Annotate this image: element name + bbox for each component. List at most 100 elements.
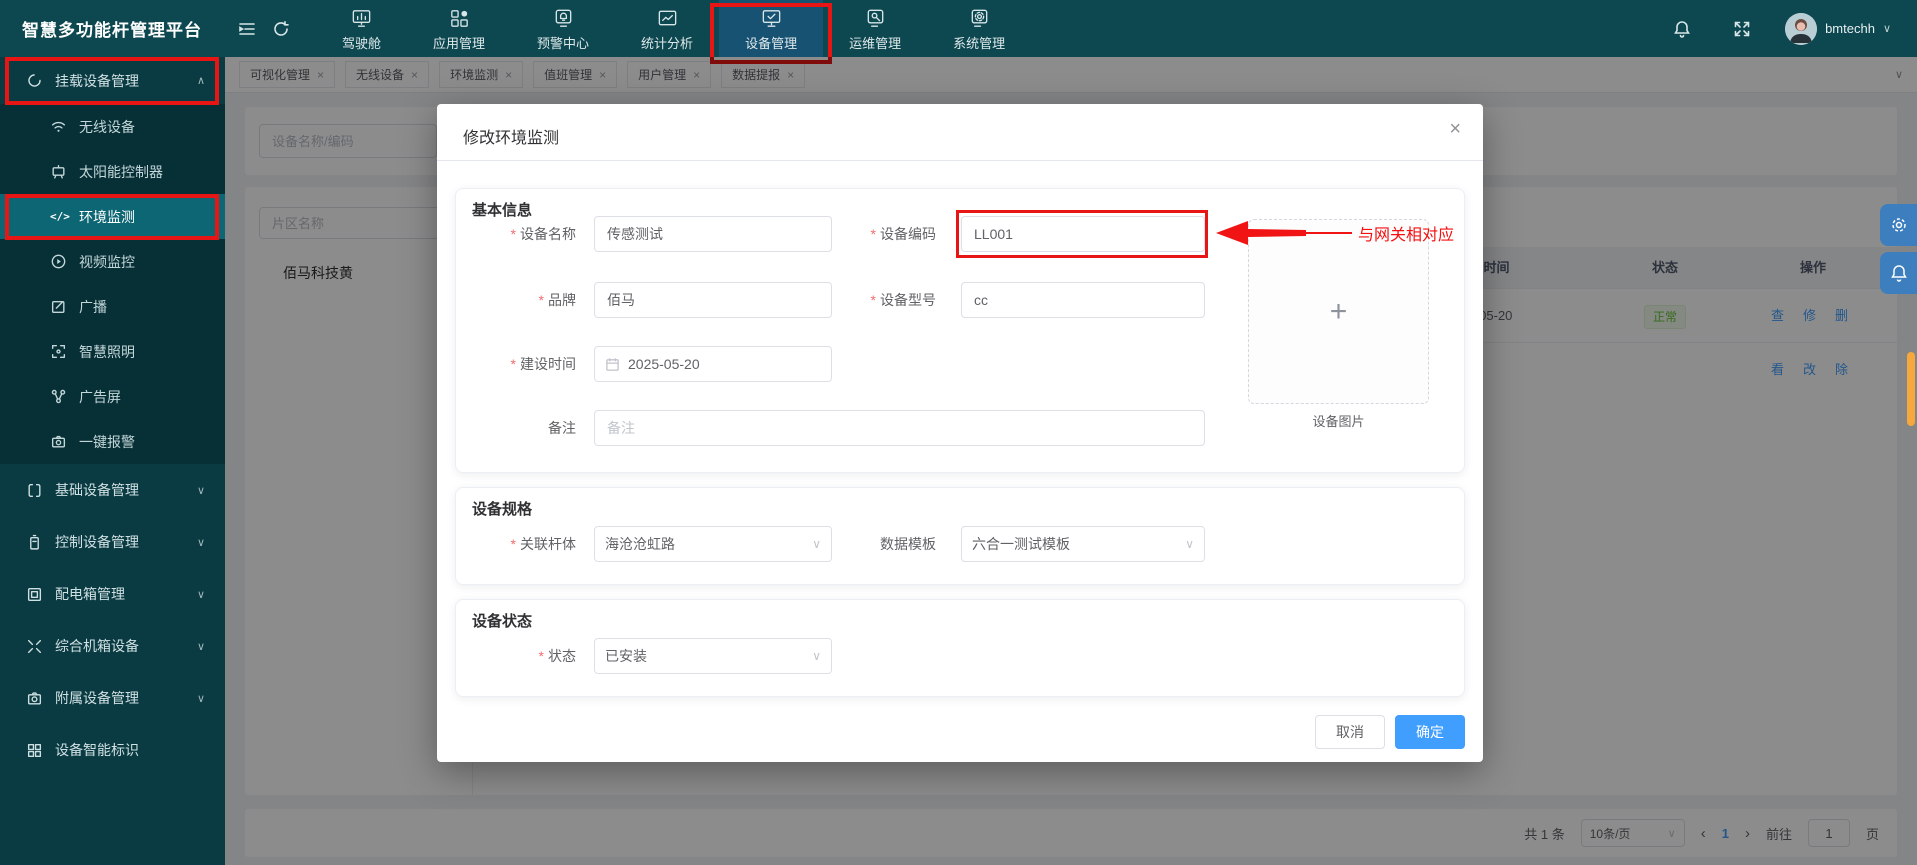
data-template-value: 六合一测试模板 <box>972 534 1070 554</box>
gear-icon <box>1889 215 1909 235</box>
smart-lighting-icon <box>50 343 67 360</box>
remark-input[interactable] <box>594 410 1205 446</box>
nav-label: 驾驶舱 <box>342 33 381 52</box>
fullscreen-button[interactable] <box>1725 0 1759 57</box>
chevron-down-icon: ∨ <box>197 692 205 705</box>
app-title: 智慧多功能杆管理平台 <box>0 16 230 41</box>
sidebar-item-smart-lighting[interactable]: 智慧照明 <box>0 329 225 374</box>
required-mark: * <box>511 356 516 372</box>
device-code-input[interactable] <box>961 216 1205 252</box>
ad-screen-icon <box>50 388 67 405</box>
nav-item-system[interactable]: 系统管理 <box>927 0 1031 57</box>
device-code-field <box>961 216 1205 252</box>
sidebar-item-environment-monitoring[interactable]: </> 环境监测 <box>0 194 225 239</box>
status-select[interactable]: 已安装 ∨ <box>594 638 832 674</box>
nav-label: 运维管理 <box>849 33 901 52</box>
data-template-select[interactable]: 六合一测试模板 ∨ <box>961 526 1205 562</box>
sidebar-item-label: 无线设备 <box>79 117 135 137</box>
sidebar-item-label: 智慧照明 <box>79 342 135 362</box>
sidebar-item-label: 太阳能控制器 <box>79 162 163 182</box>
sidebar-item-solar-controller[interactable]: 太阳能控制器 <box>0 149 225 194</box>
system-management-icon <box>968 7 991 30</box>
pole-select[interactable]: 海沧沧虹路 ∨ <box>594 526 832 562</box>
sidebar-item-video-surveillance[interactable]: 视频监控 <box>0 239 225 284</box>
nav-item-cockpit[interactable]: 驾驶舱 <box>316 0 407 57</box>
device-management-icon <box>760 7 783 30</box>
plus-icon: + <box>1330 295 1348 329</box>
sidebar: 挂载设备管理 ∧ 无线设备 太阳能控制器 </> 环境监测 视频监控 <box>0 57 225 865</box>
dialog-divider <box>437 160 1483 161</box>
red-arrow-icon <box>1214 218 1352 248</box>
collapse-menu-button[interactable] <box>230 0 264 57</box>
nav-label: 设备管理 <box>745 33 797 52</box>
device-name-input[interactable] <box>594 216 832 252</box>
sidebar-item-one-key-alarm[interactable]: 一键报警 <box>0 419 225 464</box>
top-header: 智慧多功能杆管理平台 驾驶舱 应用管理 预警中心 统计分析 <box>0 0 1917 57</box>
sidebar-item-ad-screen[interactable]: 广告屏 <box>0 374 225 419</box>
nav-label: 系统管理 <box>953 33 1005 52</box>
wifi-icon <box>50 118 67 135</box>
cabinet-device-icon <box>26 638 43 655</box>
sidebar-item-label: 广播 <box>79 297 107 317</box>
pole-value: 海沧沧虹路 <box>605 534 675 554</box>
required-mark: * <box>539 292 544 308</box>
app-root: 智慧多功能杆管理平台 驾驶舱 应用管理 预警中心 统计分析 <box>0 0 1917 865</box>
confirm-button[interactable]: 确定 <box>1395 715 1465 749</box>
chevron-down-icon: ∨ <box>197 536 205 549</box>
fullscreen-icon <box>1732 19 1752 39</box>
sidebar-item-label: 一键报警 <box>79 432 135 452</box>
section-title-status: 设备状态 <box>472 610 532 631</box>
sidebar-submenu: 无线设备 太阳能控制器 </> 环境监测 视频监控 广播 智慧照明 <box>0 104 225 464</box>
sidebar-item-wireless[interactable]: 无线设备 <box>0 104 225 149</box>
sidebar-group-cabinet-devices[interactable]: 综合机箱设备 ∨ <box>0 620 225 672</box>
build-time-picker[interactable]: 2025-05-20 <box>594 346 832 382</box>
statistics-icon <box>656 7 679 30</box>
required-mark: * <box>871 226 876 242</box>
notifications-button[interactable] <box>1665 0 1699 57</box>
sidebar-item-label: 视频监控 <box>79 252 135 272</box>
nav-item-warning-center[interactable]: 预警中心 <box>511 0 615 57</box>
cancel-button[interactable]: 取消 <box>1315 715 1385 749</box>
sidebar-item-broadcast[interactable]: 广播 <box>0 284 225 329</box>
sidebar-group-basic-devices[interactable]: 基础设备管理 ∨ <box>0 464 225 516</box>
device-name-label: *设备名称 <box>456 216 576 252</box>
calendar-icon <box>605 357 620 372</box>
dialog-title: 修改环境监测 <box>463 124 559 148</box>
brand-input[interactable] <box>594 282 832 318</box>
settings-float-button[interactable] <box>1880 204 1917 246</box>
data-template-label: 数据模板 <box>806 526 936 562</box>
sidebar-group-power-box[interactable]: 配电箱管理 ∨ <box>0 568 225 620</box>
avatar-image <box>1785 13 1817 45</box>
sidebar-item-label: 环境监测 <box>79 207 135 227</box>
nav-item-apps[interactable]: 应用管理 <box>407 0 511 57</box>
device-status-card: 设备状态 *状态 已安装 ∨ <box>455 599 1465 697</box>
nav-item-device-management[interactable]: 设备管理 <box>719 0 823 57</box>
avatar <box>1785 13 1817 45</box>
device-model-input[interactable] <box>961 282 1205 318</box>
sidebar-group-label: 控制设备管理 <box>55 532 139 552</box>
pole-label: *关联杆体 <box>456 526 576 562</box>
refresh-button[interactable] <box>264 0 298 57</box>
collapse-menu-icon <box>237 19 257 39</box>
sidebar-group-control-devices[interactable]: 控制设备管理 ∨ <box>0 516 225 568</box>
nav-item-statistics[interactable]: 统计分析 <box>615 0 719 57</box>
brand-label: *品牌 <box>456 282 576 318</box>
dialog-close-button[interactable]: × <box>1449 118 1461 141</box>
scrollbar-thumb[interactable] <box>1907 352 1915 426</box>
control-device-icon <box>26 534 43 551</box>
status-value: 已安装 <box>605 646 647 666</box>
chevron-down-icon: ∨ <box>197 588 205 601</box>
app-management-icon <box>448 7 471 30</box>
nav-item-operations[interactable]: 运维管理 <box>823 0 927 57</box>
sidebar-group-attached-devices[interactable]: 附属设备管理 ∨ <box>0 672 225 724</box>
alert-float-button[interactable] <box>1880 252 1917 294</box>
annotation-note: 与网关相对应 <box>1358 221 1454 245</box>
sidebar-item-smart-id[interactable]: 设备智能标识 <box>0 724 225 776</box>
user-menu[interactable]: bmtechh ∨ <box>1785 13 1891 45</box>
power-box-icon <box>26 586 43 603</box>
required-mark: * <box>871 292 876 308</box>
sidebar-group-label: 附属设备管理 <box>55 688 139 708</box>
nav-label: 应用管理 <box>433 33 485 52</box>
sidebar-group-mounted-devices[interactable]: 挂载设备管理 ∧ <box>0 57 225 104</box>
sidebar-item-label: 广告屏 <box>79 387 121 407</box>
